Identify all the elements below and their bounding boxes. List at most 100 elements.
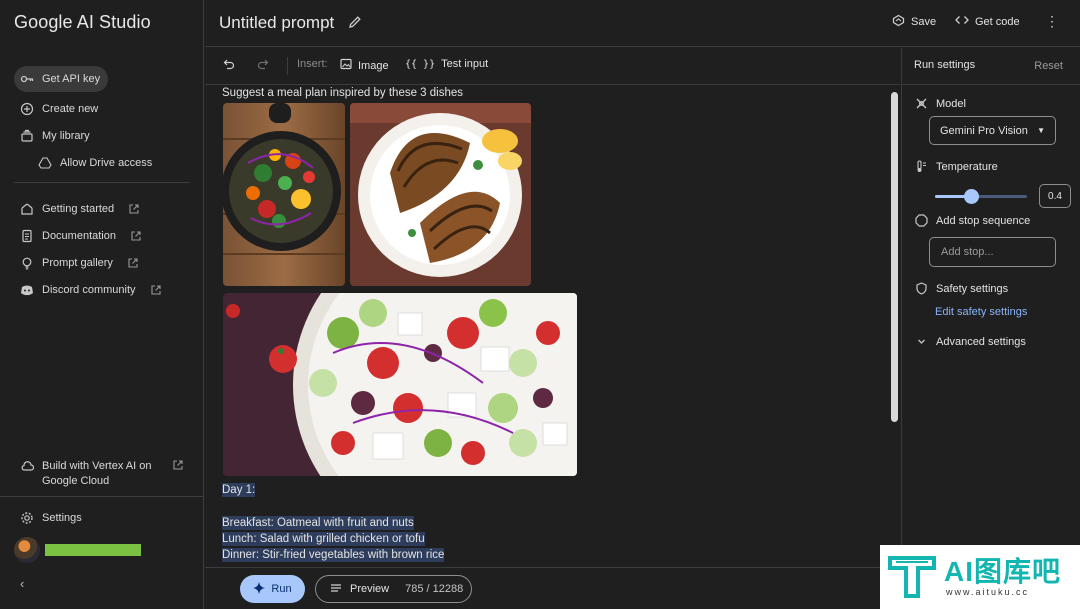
prompt-gallery-link[interactable]: Prompt gallery xyxy=(14,250,147,276)
toolbar-divider xyxy=(287,57,288,75)
save-icon xyxy=(892,14,905,30)
run-settings-title: Run settings xyxy=(914,59,976,71)
prompt-toolbar: Insert: Image {{ }} Test input xyxy=(205,48,900,85)
undo-icon[interactable] xyxy=(223,58,235,70)
build-with-vertex-label: Build with Vertex AI on Google Cloud xyxy=(42,460,152,487)
external-link-icon xyxy=(128,203,140,215)
settings-label: Settings xyxy=(42,512,82,524)
avatar[interactable] xyxy=(14,537,40,563)
editor-scrollbar-thumb[interactable] xyxy=(891,92,898,422)
watermark-logo-icon xyxy=(886,550,938,605)
response-line-text: Dinner: Stir-fried vegetables with brown… xyxy=(222,548,445,562)
image-label: Image xyxy=(358,59,389,72)
account-name-redacted xyxy=(45,544,141,556)
watermark-main-text: AI图库吧 xyxy=(944,556,1062,587)
prompt-editor[interactable]: Suggest a meal plan inspired by these 3 … xyxy=(205,86,888,566)
temperature-label: Temperature xyxy=(936,160,998,173)
get-code-button[interactable]: Get code xyxy=(955,14,1020,29)
drive-icon xyxy=(38,156,52,170)
prompt-text[interactable]: Suggest a meal plan inspired by these 3 … xyxy=(222,87,463,99)
documentation-link[interactable]: Documentation xyxy=(14,223,150,249)
discord-community-label: Discord community xyxy=(42,284,136,296)
temperature-label-row: Temperature xyxy=(915,160,998,173)
my-library-button[interactable]: My library xyxy=(14,123,98,149)
safety-label-row: Safety settings xyxy=(915,282,1008,295)
sidebar-divider xyxy=(14,182,190,183)
response-line-text: Breakfast: Oatmeal with fruit and nuts xyxy=(222,516,414,530)
advanced-settings-toggle[interactable]: Advanced settings xyxy=(915,335,1026,348)
prompt-image-greek-salad[interactable] xyxy=(223,293,577,476)
document-icon xyxy=(20,229,34,243)
my-library-label: My library xyxy=(42,130,90,142)
test-input-label: Test input xyxy=(441,58,489,70)
cloud-icon xyxy=(20,459,35,489)
chevron-down-icon xyxy=(915,335,928,348)
model-select[interactable]: Gemini Pro Vision ▼ xyxy=(929,116,1056,145)
save-label: Save xyxy=(911,16,937,28)
sparkle-icon xyxy=(253,581,266,597)
temperature-input[interactable]: 0.4 xyxy=(1039,184,1071,208)
temperature-slider-thumb[interactable] xyxy=(964,189,980,204)
test-input-button[interactable]: {{ }} Test input xyxy=(405,58,488,70)
external-link-icon xyxy=(130,230,142,242)
brand-title: Google AI Studio xyxy=(14,12,151,32)
gear-icon xyxy=(20,511,34,525)
getting-started-link[interactable]: Getting started xyxy=(14,196,148,222)
prompt-image-stir-fry[interactable] xyxy=(223,103,345,286)
token-count: 785 / 12288 xyxy=(405,583,464,595)
discord-icon xyxy=(20,283,34,297)
create-new-button[interactable]: Create new xyxy=(14,96,106,122)
save-button[interactable]: Save xyxy=(892,14,936,30)
allow-drive-access-button[interactable]: Allow Drive access xyxy=(32,150,160,176)
run-button[interactable]: Run xyxy=(240,575,305,603)
key-icon xyxy=(20,72,34,86)
external-link-icon xyxy=(127,257,139,269)
response-line: Dinner: Stir-fried vegetables with brown… xyxy=(222,548,445,562)
library-icon xyxy=(20,129,34,143)
response-line-text: Lunch: Salad with grilled chicken or tof… xyxy=(222,532,425,546)
bottom-bar: Run Preview 785 / 12288 xyxy=(205,567,900,609)
stop-sequence-input[interactable] xyxy=(929,237,1056,267)
sidebar: Google AI Studio Get API key Create new … xyxy=(0,0,204,609)
edit-pencil-icon[interactable] xyxy=(348,15,362,29)
shield-icon xyxy=(915,282,928,295)
getting-started-label: Getting started xyxy=(42,203,115,215)
settings-button[interactable]: Settings xyxy=(14,505,90,531)
discord-community-link[interactable]: Discord community xyxy=(14,277,170,303)
get-api-key-button[interactable]: Get API key xyxy=(14,66,109,92)
build-with-vertex-link[interactable]: Build with Vertex AI on Google Cloud xyxy=(20,459,190,489)
run-label: Run xyxy=(271,583,292,595)
run-settings-header: Run settings Reset xyxy=(902,48,1080,85)
collapse-sidebar-icon[interactable]: ‹ xyxy=(20,576,24,591)
model-label: Model xyxy=(936,97,966,110)
code-icon xyxy=(955,14,969,29)
watermark: AI图库吧 www.aituku.cc xyxy=(880,545,1080,609)
getting-started-icon xyxy=(20,202,34,216)
octagon-icon xyxy=(915,214,928,227)
advanced-settings-label: Advanced settings xyxy=(936,335,1026,348)
reset-button[interactable]: Reset xyxy=(1034,60,1063,72)
insert-label: Insert: xyxy=(297,58,328,70)
model-icon xyxy=(915,97,928,110)
page-title[interactable]: Untitled prompt xyxy=(219,13,334,33)
response-day: Day 1: xyxy=(222,483,256,497)
documentation-label: Documentation xyxy=(42,230,116,242)
edit-safety-settings-link[interactable]: Edit safety settings xyxy=(935,306,1027,318)
lines-icon xyxy=(330,583,342,596)
sidebar-bottom-divider xyxy=(0,496,204,497)
thermometer-icon xyxy=(915,160,928,173)
response-day-text: Day 1: xyxy=(222,483,256,497)
model-label-row: Model xyxy=(915,97,966,110)
prompt-gallery-label: Prompt gallery xyxy=(42,257,113,269)
prompt-image-grilled-chicken[interactable] xyxy=(350,103,531,286)
redo-icon[interactable] xyxy=(257,58,269,70)
create-new-label: Create new xyxy=(42,103,99,115)
header: Untitled prompt Save Get code ⋮ xyxy=(205,0,1080,47)
external-link-icon xyxy=(172,459,184,471)
run-settings-panel: Run settings Reset Model Gemini Pro Visi… xyxy=(901,48,1080,609)
get-code-label: Get code xyxy=(975,15,1020,28)
watermark-sub-text: www.aituku.cc xyxy=(946,587,1030,597)
insert-image-button[interactable]: Image xyxy=(340,58,389,73)
preview-button[interactable]: Preview 785 / 12288 xyxy=(315,575,472,603)
more-vert-icon[interactable]: ⋮ xyxy=(1045,14,1059,28)
